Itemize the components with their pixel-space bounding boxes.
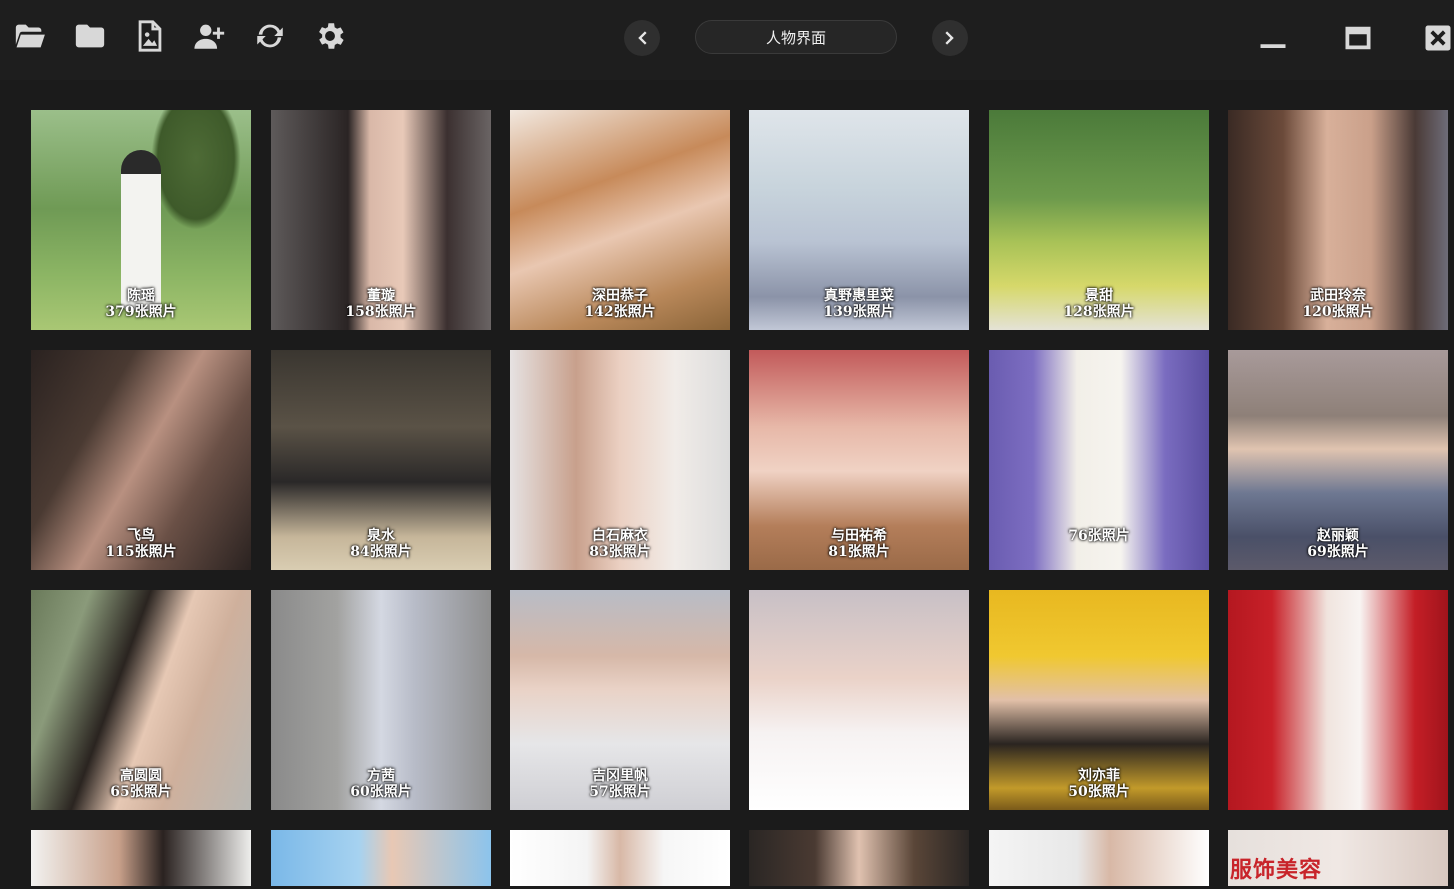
person-card[interactable] [749, 830, 969, 886]
person-card[interactable]: 服饰美容 [1228, 830, 1448, 886]
person-card[interactable]: 吉冈里帆 57张照片 [510, 590, 730, 810]
person-thumbnail [989, 830, 1209, 886]
person-label: 董璇 158张照片 [345, 288, 417, 320]
person-card[interactable]: 深田恭子 142张照片 [510, 110, 730, 330]
person-card[interactable]: 高圆圆 65张照片 [31, 590, 251, 810]
person-thumbnail [31, 830, 251, 886]
person-label: 76张照片 [1068, 528, 1130, 544]
person-card[interactable] [1228, 590, 1448, 810]
person-card[interactable]: 泉水 84张照片 [271, 350, 491, 570]
person-card[interactable] [510, 830, 730, 886]
person-label: 陈瑶 379张照片 [105, 288, 177, 320]
person-label: 方茜 60张照片 [350, 768, 412, 800]
person-card[interactable]: 真野惠里菜 139张照片 [749, 110, 969, 330]
person-card[interactable] [749, 590, 969, 810]
person-label: 赵丽颖 69张照片 [1307, 528, 1369, 560]
person-thumbnail [749, 590, 969, 810]
person-thumbnail: 服饰美容 [1228, 830, 1448, 886]
person-label: 刘亦菲 50张照片 [1068, 768, 1130, 800]
person-card[interactable] [271, 830, 491, 886]
person-label: 高圆圆 65张照片 [110, 768, 172, 800]
person-card[interactable]: 陈瑶 379张照片 [31, 110, 251, 330]
person-label: 飞鸟 115张照片 [105, 528, 177, 560]
person-thumbnail [1228, 590, 1448, 810]
person-card[interactable] [31, 830, 251, 886]
person-card[interactable]: 76张照片 [989, 350, 1209, 570]
magazine-title-text: 服饰美容 [1230, 858, 1323, 883]
person-card[interactable]: 武田玲奈 120张照片 [1228, 110, 1448, 330]
person-thumbnail [510, 830, 730, 886]
person-label: 泉水 84张照片 [350, 528, 412, 560]
person-label: 景甜 128张照片 [1063, 288, 1135, 320]
person-label: 武田玲奈 120张照片 [1302, 288, 1374, 320]
person-card[interactable]: 白石麻衣 83张照片 [510, 350, 730, 570]
person-grid: 陈瑶 379张照片 董璇 158张照片 深田恭子 142张照片 真野惠里菜 139张照片… [0, 0, 1454, 889]
person-label: 与田祐希 81张照片 [828, 528, 890, 560]
person-card[interactable]: 与田祐希 81张照片 [749, 350, 969, 570]
person-card[interactable]: 刘亦菲 50张照片 [989, 590, 1209, 810]
person-card[interactable]: 董璇 158张照片 [271, 110, 491, 330]
person-card[interactable]: 景甜 128张照片 [989, 110, 1209, 330]
person-card[interactable]: 飞鸟 115张照片 [31, 350, 251, 570]
person-thumbnail [271, 830, 491, 886]
person-label: 吉冈里帆 57张照片 [589, 768, 651, 800]
person-card[interactable] [989, 830, 1209, 886]
person-label: 深田恭子 142张照片 [584, 288, 656, 320]
person-label: 白石麻衣 83张照片 [589, 528, 651, 560]
person-label: 真野惠里菜 139张照片 [823, 288, 895, 320]
person-thumbnail [749, 830, 969, 886]
person-card[interactable]: 方茜 60张照片 [271, 590, 491, 810]
person-card[interactable]: 赵丽颖 69张照片 [1228, 350, 1448, 570]
